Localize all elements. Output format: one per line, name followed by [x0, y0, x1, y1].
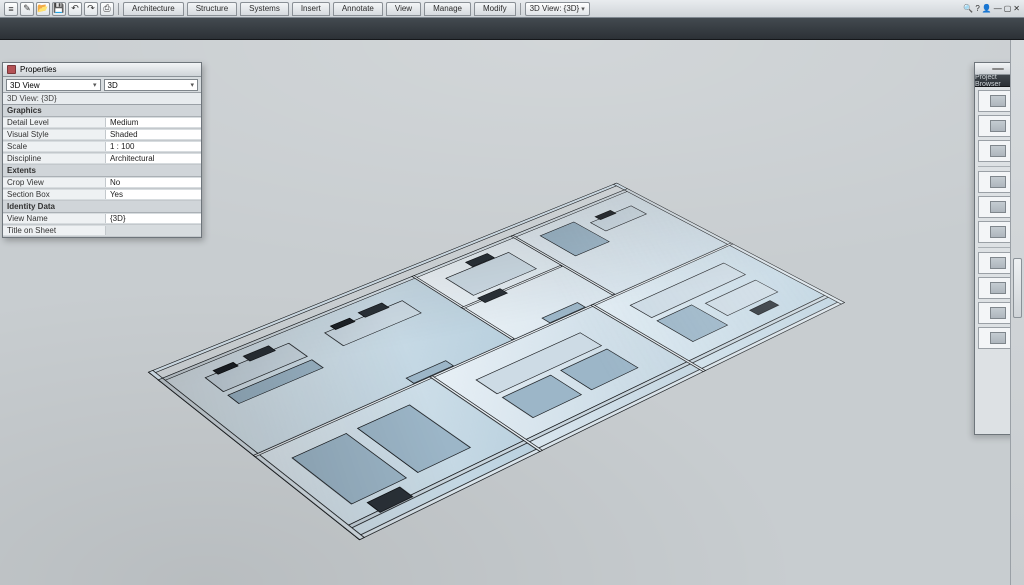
active-view-button[interactable]: 3D View: {3D} ▾ — [525, 2, 590, 16]
prop-section[interactable]: Graphics — [3, 105, 201, 117]
family-select-label: 3D View — [10, 81, 40, 90]
properties-rows: Graphics Detail LevelMedium Visual Style… — [3, 105, 201, 237]
type-select-label: 3D — [108, 81, 118, 90]
prop-value[interactable]: Medium — [106, 118, 201, 127]
prop-key: Scale — [3, 142, 106, 151]
toolbar-separator — [520, 3, 521, 15]
redo-icon[interactable]: ↷ — [84, 2, 98, 16]
model-viewport[interactable]: Properties 3D View ▾ 3D ▾ 3D View: {3D} … — [0, 40, 1024, 585]
save-icon[interactable]: 💾 — [52, 2, 66, 16]
app-root: ≡ ✎ 📂 💾 ↶ ↷ ⎙ Architecture Structure Sys… — [0, 0, 1024, 585]
prop-key: Crop View — [3, 178, 106, 187]
type-selector: 3D View ▾ 3D ▾ — [3, 77, 201, 93]
prop-value[interactable]: 1 : 100 — [106, 142, 201, 151]
print-icon[interactable]: ⎙ — [100, 2, 114, 16]
prop-row[interactable]: DisciplineArchitectural — [3, 153, 201, 165]
ribbon-tab-modify[interactable]: Modify — [474, 2, 516, 16]
open-icon[interactable]: 📂 — [36, 2, 50, 16]
ribbon-tab-manage[interactable]: Manage — [424, 2, 471, 16]
prop-key: Title on Sheet — [3, 226, 106, 235]
search-icon[interactable]: 🔍 — [963, 4, 973, 13]
toolbar-separator — [118, 3, 119, 15]
properties-title-bar[interactable]: Properties — [3, 63, 201, 77]
ribbon-tab-label: Architecture — [132, 4, 175, 13]
ribbon-panel-strip — [0, 18, 1024, 40]
window-controls: 🔍 ? 👤 ― ▢ ✕ — [963, 4, 1020, 13]
prop-value[interactable]: Yes — [106, 190, 201, 199]
ribbon-tab-view[interactable]: View — [386, 2, 421, 16]
type-select[interactable]: 3D ▾ — [104, 79, 199, 91]
properties-panel[interactable]: Properties 3D View ▾ 3D ▾ 3D View: {3D} … — [2, 62, 202, 238]
thumb-icon — [990, 226, 1006, 238]
top-toolbar: ≡ ✎ 📂 💾 ↶ ↷ ⎙ Architecture Structure Sys… — [0, 0, 1024, 18]
minimize-icon[interactable]: ― — [994, 4, 1002, 13]
family-select[interactable]: 3D View ▾ — [6, 79, 101, 91]
thumb-icon — [990, 120, 1006, 132]
new-icon[interactable]: ✎ — [20, 2, 34, 16]
chevron-down-icon: ▾ — [190, 81, 194, 89]
prop-row[interactable]: Section BoxYes — [3, 189, 201, 201]
thumb-icon — [990, 145, 1006, 157]
help-icon[interactable]: ? — [975, 4, 979, 13]
prop-row[interactable]: Detail LevelMedium — [3, 117, 201, 129]
close-icon[interactable]: ✕ — [1013, 4, 1020, 13]
viewport-vertical-scrollbar[interactable] — [1010, 40, 1024, 585]
prop-row[interactable]: Title on Sheet — [3, 225, 201, 237]
prop-section-label: Graphics — [7, 106, 42, 115]
properties-title: Properties — [20, 65, 56, 74]
prop-value[interactable]: No — [106, 178, 201, 187]
ribbon-tab-architecture[interactable]: Architecture — [123, 2, 184, 16]
prop-key: Visual Style — [3, 130, 106, 139]
prop-value[interactable]: {3D} — [106, 214, 201, 223]
prop-key: View Name — [3, 214, 106, 223]
scroll-thumb[interactable] — [1013, 258, 1022, 318]
prop-section[interactable]: Identity Data — [3, 201, 201, 213]
ribbon-tab-label: View — [395, 4, 412, 13]
thumb-icon — [990, 176, 1006, 188]
prop-key: Detail Level — [3, 118, 106, 127]
thumb-icon — [990, 201, 1006, 213]
undo-icon[interactable]: ↶ — [68, 2, 82, 16]
active-view-label: 3D View: {3D} — [530, 4, 580, 13]
ribbon-tab-systems[interactable]: Systems — [240, 2, 289, 16]
ribbon-tab-label: Insert — [301, 4, 321, 13]
ribbon-tab-label: Modify — [483, 4, 507, 13]
prop-row[interactable]: Crop ViewNo — [3, 177, 201, 189]
prop-section-label: Identity Data — [7, 202, 55, 211]
ribbon-tab-structure[interactable]: Structure — [187, 2, 237, 16]
quick-access-toolbar: ≡ ✎ 📂 💾 ↶ ↷ ⎙ — [4, 2, 114, 16]
ribbon-tab-label: Manage — [433, 4, 462, 13]
prop-value[interactable]: Architectural — [106, 154, 201, 163]
app-menu-icon[interactable]: ≡ — [4, 2, 18, 16]
ribbon-tab-label: Annotate — [342, 4, 374, 13]
iso-container — [122, 125, 902, 555]
prop-section-label: Extents — [7, 166, 36, 175]
properties-icon — [7, 65, 16, 74]
prop-row[interactable]: Visual StyleShaded — [3, 129, 201, 141]
prop-row[interactable]: Scale1 : 100 — [3, 141, 201, 153]
thumb-icon — [990, 307, 1006, 319]
ribbon-tab-insert[interactable]: Insert — [292, 2, 330, 16]
chevron-down-icon: ▾ — [581, 5, 585, 13]
thumb-icon — [990, 282, 1006, 294]
chevron-down-icon: ▾ — [93, 81, 97, 89]
ribbon-tab-label: Structure — [196, 4, 228, 13]
thumb-icon — [990, 332, 1006, 344]
ribbon-tab-group: Architecture Structure Systems Insert An… — [123, 2, 516, 16]
grip-icon — [992, 68, 1004, 70]
floorplan-3d[interactable] — [158, 188, 846, 540]
prop-row[interactable]: View Name{3D} — [3, 213, 201, 225]
prop-value[interactable]: Shaded — [106, 130, 201, 139]
thumb-icon — [990, 257, 1006, 269]
instance-filter-label: 3D View: {3D} — [7, 94, 57, 103]
ribbon-tab-label: Systems — [249, 4, 280, 13]
instance-filter[interactable]: 3D View: {3D} — [3, 93, 201, 105]
thumb-icon — [990, 95, 1006, 107]
prop-key: Discipline — [3, 154, 106, 163]
prop-section[interactable]: Extents — [3, 165, 201, 177]
ribbon-tab-annotate[interactable]: Annotate — [333, 2, 383, 16]
user-icon[interactable]: 👤 — [982, 4, 992, 13]
maximize-icon[interactable]: ▢ — [1004, 4, 1012, 13]
prop-key: Section Box — [3, 190, 106, 199]
